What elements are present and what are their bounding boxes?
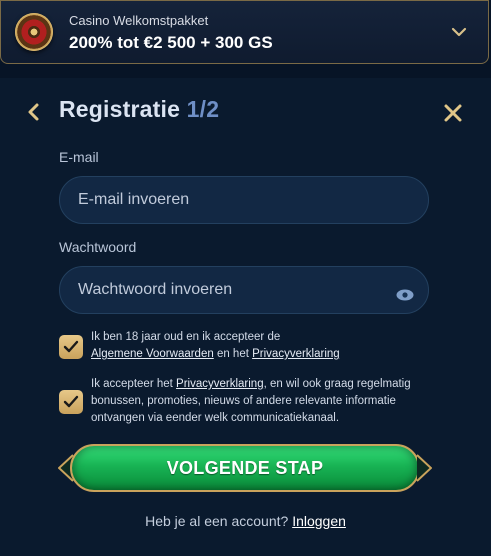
- login-prompt-text: Heb je al een account?: [145, 513, 293, 529]
- chevron-down-icon[interactable]: [450, 23, 468, 41]
- promo-subtitle: Casino Welkomstpakket: [69, 13, 209, 28]
- button-ornament-right-icon: [416, 454, 432, 482]
- email-field[interactable]: [59, 176, 429, 224]
- next-step-button[interactable]: VOLGENDE STAP: [70, 444, 420, 492]
- registration-modal: Registratie 1/2 E-mail Wachtwoord Ik ben…: [0, 78, 491, 556]
- back-arrow-icon[interactable]: [26, 102, 42, 122]
- eye-icon[interactable]: [396, 289, 414, 301]
- checkmark-icon: [63, 395, 79, 408]
- login-prompt: Heb je al een account? Inloggen: [0, 513, 491, 529]
- privacy-link[interactable]: Privacyverklaring: [252, 348, 340, 360]
- title-text: Registratie: [59, 96, 187, 122]
- step-indicator: 1/2: [186, 96, 220, 122]
- page-title: Registratie 1/2: [59, 96, 219, 123]
- close-icon[interactable]: [443, 103, 463, 123]
- login-link[interactable]: Inloggen: [292, 513, 346, 529]
- promo-title: 200% tot €2 500 + 300 GS: [69, 33, 273, 52]
- marketing-consent-checkbox[interactable]: [59, 390, 83, 414]
- password-label: Wachtwoord: [59, 239, 137, 255]
- marketing-consent-text: Ik accepteer het Privacyverklaring, en w…: [91, 376, 431, 427]
- password-field[interactable]: [59, 266, 429, 314]
- next-step-button-frame: VOLGENDE STAP: [58, 440, 432, 498]
- age-terms-checkbox[interactable]: [59, 335, 83, 359]
- terms-link[interactable]: Algemene Voorwaarden: [91, 348, 214, 360]
- email-label: E-mail: [59, 149, 99, 165]
- age-terms-text-2: en het: [213, 348, 253, 360]
- checkmark-icon: [63, 340, 79, 353]
- privacy-link-2[interactable]: Privacyverklaring: [176, 378, 264, 390]
- roulette-wheel-icon: [15, 13, 53, 51]
- marketing-text-1: Ik accepteer het: [91, 378, 177, 390]
- welcome-promo-bar[interactable]: Casino Welkomstpakket 200% tot €2 500 + …: [0, 0, 489, 64]
- age-terms-text: Ik ben 18 jaar oud en ik accepteer de Al…: [91, 329, 431, 363]
- age-terms-text-1: Ik ben 18 jaar oud en ik accepteer de: [91, 331, 281, 343]
